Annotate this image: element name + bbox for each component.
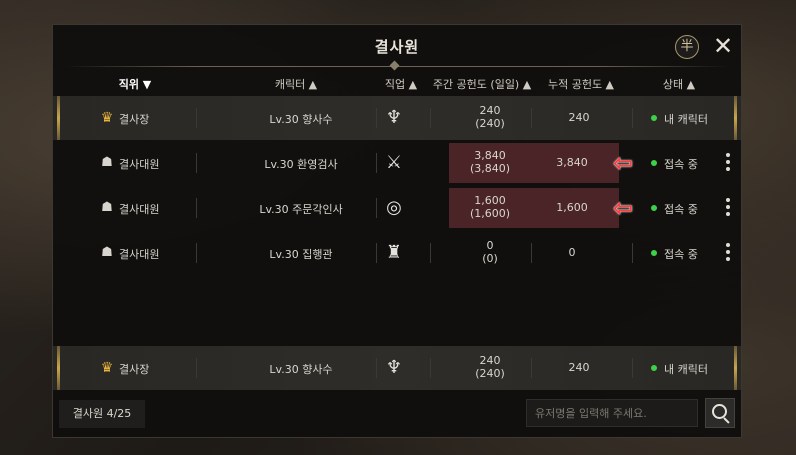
rank-label: 결사장 (119, 113, 150, 126)
character-name: Lv.30 집행관 (269, 248, 333, 261)
status-label: 접속 중 (664, 203, 698, 216)
sort-job-header[interactable]: 직업 ▲ (375, 76, 427, 92)
more-options-button[interactable] (723, 196, 733, 220)
column-divider (632, 358, 633, 378)
online-status-dot (651, 205, 657, 211)
red-arrow-left-icon: ⇦ (613, 149, 634, 177)
sort-total-header[interactable]: 누적 공헌도 ▲ (539, 76, 623, 92)
column-divider (430, 358, 431, 378)
guild-coin-button[interactable]: 半 (675, 35, 699, 59)
coin-icon: 半 (680, 39, 694, 54)
online-status-dot (651, 160, 657, 166)
status-label: 접속 중 (664, 248, 698, 261)
character-name: Lv.30 향사수 (269, 113, 333, 126)
sort-weekly-header[interactable]: 주간 공헌도 (일일) ▲ (429, 76, 535, 92)
search-button[interactable] (705, 398, 735, 428)
online-status-dot (651, 250, 657, 256)
rank-label: 결사대원 (119, 203, 160, 216)
column-divider (430, 243, 431, 263)
crown-icon: ♛ (100, 360, 114, 376)
column-divider (376, 358, 377, 378)
column-divider (376, 198, 377, 218)
sort-status-header[interactable]: 상태 ▲ (653, 76, 705, 92)
close-icon: ✕ (712, 32, 734, 60)
job-swordsman-icon: ⚔ (385, 152, 403, 173)
total-contribution: 240 (568, 361, 590, 374)
rank-label: 결사장 (119, 363, 150, 376)
total-contribution: 1,600 (556, 201, 588, 214)
member-row[interactable]: ☗ 결사대원 Lv.30 주문각인사 ◎ 1,600 (1,600) 1,600 … (53, 186, 741, 230)
column-divider (196, 198, 197, 218)
column-divider (632, 108, 633, 128)
weekly-contribution: 240 (240) (475, 104, 505, 130)
sort-character-header[interactable]: 캐릭터 ▲ (251, 76, 341, 92)
job-executor-icon: ♜ (385, 242, 403, 263)
status-label: 접속 중 (664, 158, 698, 171)
weekly-contribution: 240 (240) (475, 354, 505, 380)
weekly-contribution: 0 (0) (482, 239, 498, 265)
character-name: Lv.30 환영검사 (264, 158, 338, 171)
column-divider (196, 358, 197, 378)
total-contribution: 240 (568, 111, 590, 124)
title-bar: 결사원 半 ✕ (53, 25, 741, 71)
job-spellcaster-icon: ◎ (386, 197, 402, 218)
total-contribution: 0 (568, 246, 576, 259)
column-divider (376, 243, 377, 263)
panel-title: 결사원 (374, 38, 420, 56)
column-divider (430, 108, 431, 128)
table-header: 직위 ▼ 캐릭터 ▲ 직업 ▲ 주간 공헌도 (일일) ▲ 누적 공헌도 ▲ 상… (53, 69, 741, 95)
column-divider (196, 243, 197, 263)
more-options-button[interactable] (723, 151, 733, 175)
more-options-button[interactable] (723, 241, 733, 265)
job-archer-icon: ♆ (385, 107, 403, 128)
weekly-contribution: 1,600 (1,600) (469, 194, 511, 220)
close-button[interactable]: ✕ (711, 34, 735, 58)
my-character-row[interactable]: ♛ 결사장 Lv.30 향사수 ♆ 240 (240) 240 내 캐릭터 (53, 346, 741, 390)
status-label: 내 캐릭터 (664, 363, 708, 376)
member-count: 결사원 4/25 (59, 400, 145, 428)
member-row[interactable]: ☗ 결사대원 Lv.30 집행관 ♜ 0 (0) 0 접속 중 (53, 231, 741, 275)
rank-label: 결사대원 (119, 158, 160, 171)
red-arrow-left-icon: ⇦ (613, 194, 634, 222)
weekly-contribution: 3,840 (3,840) (469, 149, 511, 175)
helmet-icon: ☗ (101, 245, 113, 260)
helmet-icon: ☗ (101, 200, 113, 215)
column-divider (632, 243, 633, 263)
column-divider (376, 153, 377, 173)
column-divider (196, 153, 197, 173)
helmet-icon: ☗ (101, 155, 113, 170)
online-status-dot (651, 115, 657, 121)
crown-icon: ♛ (100, 110, 114, 126)
guild-members-panel: 결사원 半 ✕ 직위 ▼ 캐릭터 ▲ 직업 ▲ 주간 공헌도 (일일) ▲ 누적… (52, 24, 742, 438)
sort-rank-header[interactable]: 직위 ▼ (105, 76, 165, 92)
member-row-leader[interactable]: ♛ 결사장 Lv.30 향사수 ♆ 240 (240) 240 내 캐릭터 (53, 96, 741, 140)
total-contribution: 3,840 (556, 156, 588, 169)
character-name: Lv.30 주문각인사 (259, 203, 343, 216)
job-archer-icon: ♆ (385, 357, 403, 378)
rank-label: 결사대원 (119, 248, 160, 261)
character-name: Lv.30 향사수 (269, 363, 333, 376)
member-row[interactable]: ☗ 결사대원 Lv.30 환영검사 ⚔ 3,840 (3,840) 3,840 ⇦… (53, 141, 741, 185)
online-status-dot (651, 365, 657, 371)
column-divider (376, 108, 377, 128)
column-divider (196, 108, 197, 128)
status-label: 내 캐릭터 (664, 113, 708, 126)
search-input[interactable] (526, 399, 698, 427)
